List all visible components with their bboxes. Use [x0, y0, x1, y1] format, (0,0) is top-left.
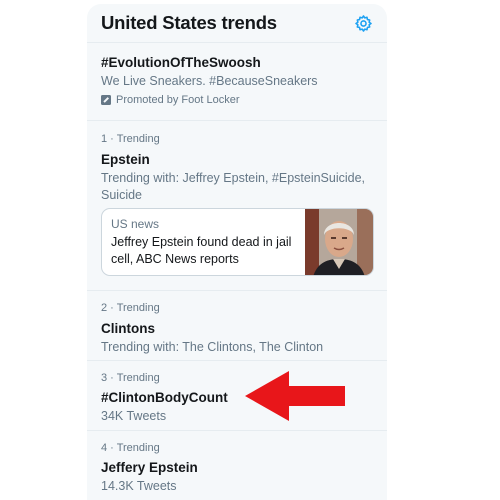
trend-meta: 4 · Trending — [101, 442, 160, 454]
arrow-icon — [245, 371, 345, 421]
promoted-label: Promoted by Foot Locker — [116, 94, 240, 106]
gear-icon[interactable] — [354, 14, 373, 33]
trend-meta: 2 · Trending — [101, 302, 160, 314]
trend-name[interactable]: Clintons — [101, 320, 373, 337]
promoted-trend[interactable]: #EvolutionOfTheSwoosh We Live Sneakers. … — [87, 43, 387, 121]
trend-item-2[interactable]: 2 · Trending Clintons Trending with: The… — [87, 291, 387, 361]
promoted-trend-description: We Live Sneakers. #BecauseSneakers — [101, 74, 318, 88]
news-card[interactable]: US news Jeffrey Epstein found dead in ja… — [101, 208, 374, 276]
trend-tweet-count: 14.3K Tweets — [101, 479, 177, 493]
trend-meta: 1 · Trending — [101, 133, 160, 145]
trend-name[interactable]: Jeffery Epstein — [101, 459, 373, 476]
trends-header: United States trends — [87, 4, 387, 43]
promoted-trend-name[interactable]: #EvolutionOfTheSwoosh — [101, 54, 373, 71]
news-headline: Jeffrey Epstein found dead in jail cell,… — [111, 235, 292, 266]
trends-panel: United States trends #EvolutionOfTheSwoo… — [87, 4, 387, 500]
trend-description: Trending with: Jeffrey Epstein, #Epstein… — [101, 171, 366, 202]
trend-description: Trending with: The Clintons, The Clinton — [101, 340, 324, 354]
promoted-icon — [101, 95, 111, 105]
trend-name[interactable]: Epstein — [101, 151, 373, 168]
trends-title: United States trends — [101, 12, 277, 33]
news-source: US news — [111, 217, 160, 231]
news-card-text: US news Jeffrey Epstein found dead in ja… — [102, 209, 305, 275]
trend-item-1[interactable]: 1 · Trending Epstein Trending with: Jeff… — [87, 121, 387, 291]
news-thumbnail — [305, 209, 373, 275]
promoted-by: Promoted by Foot Locker — [101, 94, 373, 106]
red-arrow-annotation — [245, 371, 345, 421]
trend-item-4[interactable]: 4 · Trending Jeffery Epstein 14.3K Tweet… — [87, 431, 387, 500]
